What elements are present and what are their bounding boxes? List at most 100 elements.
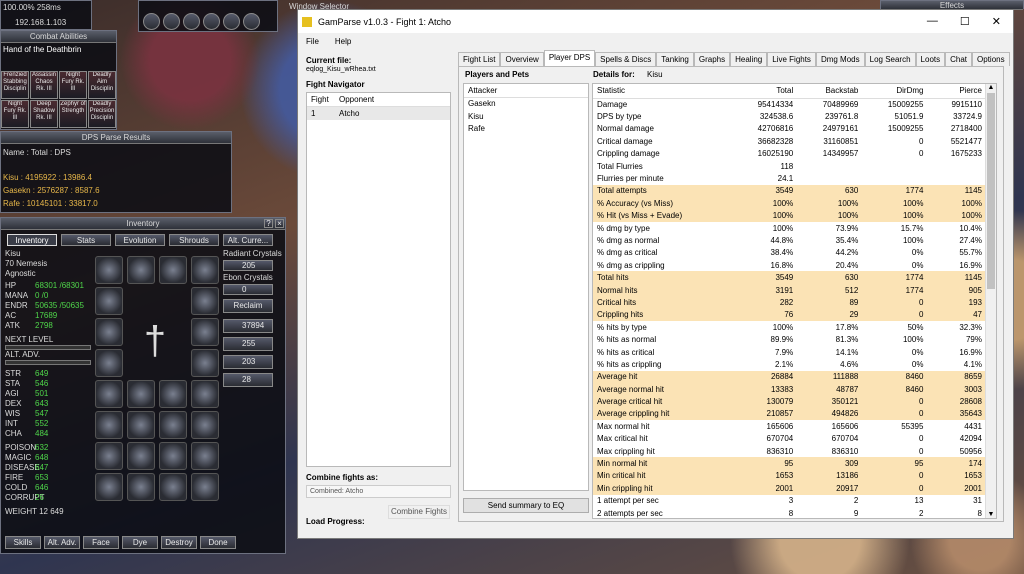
- inventory-tab-4[interactable]: Alt. Curre...: [223, 234, 273, 246]
- stat-table-row[interactable]: Average hit 26884 111888 8460 8659: [593, 370, 986, 383]
- stat-table-row[interactable]: % hits by type 100% 17.8% 50% 32.3%: [593, 321, 986, 333]
- tab-9[interactable]: Log Search: [864, 52, 916, 66]
- equipment-slot[interactable]: [95, 411, 123, 439]
- attacker-item[interactable]: Rafe: [468, 123, 588, 136]
- stat-table-row[interactable]: % dmg as normal 44.8% 35.4% 100% 27.4%: [593, 234, 986, 246]
- equipment-slot[interactable]: [191, 473, 219, 501]
- stat-table-row[interactable]: Normal damage 42706816 24979161 15009255 271…: [593, 123, 986, 135]
- tab-10[interactable]: Loots: [915, 52, 946, 66]
- col-opponent[interactable]: Opponent: [339, 95, 374, 104]
- tab-2[interactable]: Player DPS: [543, 50, 596, 66]
- inventory-button-4[interactable]: Destroy: [161, 536, 197, 549]
- equipment-slot[interactable]: [191, 256, 219, 284]
- ability-button[interactable]: Frenzied Stabbing Disciplin: [1, 71, 29, 99]
- equipment-slot[interactable]: [191, 442, 219, 470]
- ability-button[interactable]: Night Fury Rk. III: [1, 100, 29, 128]
- stat-table-row[interactable]: Damage 95414334 70489969 15009255 9915110: [593, 98, 986, 110]
- stat-table-row[interactable]: % Accuracy (vs Miss) 100% 100% 100% 100%: [593, 197, 986, 210]
- inventory-tab-3[interactable]: Shrouds: [169, 234, 219, 246]
- equipment-slot[interactable]: [127, 473, 155, 501]
- stat-table-row[interactable]: % hits as critical 7.9% 14.1% 0% 16.9%: [593, 346, 986, 358]
- combine-fights-button[interactable]: Combine Fights: [388, 505, 450, 519]
- send-summary-button[interactable]: Send summary to EQ: [463, 498, 589, 513]
- equipment-slot[interactable]: [95, 349, 123, 377]
- stat-table-row[interactable]: Total Flurries 118: [593, 160, 986, 172]
- selector-button-1[interactable]: [143, 13, 160, 30]
- stats-scrollbar[interactable]: ▲ ▼: [985, 84, 996, 518]
- equipment-slot[interactable]: [95, 442, 123, 470]
- inventory-button-2[interactable]: Face: [83, 536, 119, 549]
- stat-table-row[interactable]: Average normal hit 13383 48787 8460 3003: [593, 382, 986, 396]
- fight-row[interactable]: 1 Atcho: [307, 107, 450, 120]
- tab-11[interactable]: Chat: [945, 52, 973, 66]
- inventory-tab-2[interactable]: Evolution: [115, 234, 165, 246]
- tab-8[interactable]: Dmg Mods: [815, 52, 865, 66]
- tab-6[interactable]: Healing: [730, 52, 768, 66]
- col-statistic[interactable]: Statistic: [593, 84, 732, 98]
- stat-table-row[interactable]: Normal hits 3191 512 1774 905: [593, 283, 986, 297]
- equipment-slot[interactable]: [159, 256, 187, 284]
- ability-button[interactable]: Zephyr of Strength: [59, 100, 87, 128]
- combine-input[interactable]: Combined: Atcho: [306, 485, 451, 498]
- tab-1[interactable]: Overview: [500, 52, 544, 66]
- menu-help[interactable]: Help: [327, 37, 359, 46]
- equipment-slot[interactable]: [191, 380, 219, 408]
- stat-table-row[interactable]: Total hits 3549 630 1774 1145: [593, 271, 986, 284]
- equipment-slot[interactable]: [191, 318, 219, 346]
- stat-table-row[interactable]: Total attempts 3549 630 1774 1145: [593, 184, 986, 198]
- help-icon[interactable]: ?: [264, 219, 273, 228]
- tab-7[interactable]: Live Fights: [767, 52, 816, 66]
- stat-table-row[interactable]: Max critical hit 670704 670704 0 42094: [593, 433, 986, 445]
- stat-table-row[interactable]: Min normal hit 95 309 95 174: [593, 457, 986, 470]
- tab-3[interactable]: Spells & Discs: [595, 52, 657, 66]
- scroll-up-icon[interactable]: ▲: [986, 84, 996, 91]
- col-pierce[interactable]: Pierce: [927, 84, 986, 98]
- stat-table-row[interactable]: 1 attempt per sec 3 2 13 31: [593, 495, 986, 507]
- col-dirdmg[interactable]: DirDmg: [862, 84, 927, 98]
- reclaim-button[interactable]: Reclaim: [223, 299, 273, 313]
- stat-table-row[interactable]: Crippling hits 76 29 0 47: [593, 308, 986, 322]
- stat-table-row[interactable]: Max crippling hit 836310 836310 0 50956: [593, 445, 986, 457]
- equipment-slot[interactable]: [159, 473, 187, 501]
- selector-button-5[interactable]: [223, 13, 240, 30]
- attacker-item[interactable]: Kisu: [468, 111, 588, 124]
- equipment-slot[interactable]: [95, 287, 123, 315]
- equipment-slot[interactable]: [95, 380, 123, 408]
- col-fight[interactable]: Fight: [307, 95, 339, 104]
- stat-table-row[interactable]: % hits as crippling 2.1% 4.6% 0% 4.1%: [593, 358, 986, 370]
- maximize-icon[interactable]: ☐: [960, 15, 970, 28]
- close-window-icon[interactable]: ✕: [992, 15, 1001, 28]
- equipment-slot[interactable]: [95, 318, 123, 346]
- equipment-slot[interactable]: [159, 442, 187, 470]
- minimize-icon[interactable]: —: [927, 15, 938, 28]
- inventory-button-0[interactable]: Skills: [5, 536, 41, 549]
- inventory-button-3[interactable]: Dye: [122, 536, 158, 549]
- scroll-down-icon[interactable]: ▼: [986, 511, 996, 518]
- equipment-slot[interactable]: [127, 411, 155, 439]
- dagger-icon[interactable]: †: [135, 296, 175, 386]
- tab-0[interactable]: Fight List: [458, 52, 501, 66]
- equipment-slot[interactable]: [191, 411, 219, 439]
- stat-table-row[interactable]: % hits as normal 89.9% 81.3% 100% 79%: [593, 333, 986, 345]
- equipment-slot[interactable]: [127, 256, 155, 284]
- menu-file[interactable]: File: [298, 37, 327, 46]
- stat-table-row[interactable]: Crippling damage 16025190 14349957 0 1675233: [593, 148, 986, 160]
- stat-table-row[interactable]: DPS by type 324538.6 239761.8 51051.9 33724.…: [593, 110, 986, 122]
- equipment-slot[interactable]: [127, 442, 155, 470]
- stat-table-row[interactable]: Flurries per minute 24.1: [593, 172, 986, 184]
- stat-table-row[interactable]: Critical damage 36682328 31160851 0 5521477: [593, 135, 986, 147]
- equipment-slot[interactable]: [95, 256, 123, 284]
- stat-table-row[interactable]: % Hit (vs Miss + Evade) 100% 100% 100% 100%: [593, 209, 986, 222]
- selector-button-3[interactable]: [183, 13, 200, 30]
- col-backstab[interactable]: Backstab: [797, 84, 862, 98]
- equipment-slot[interactable]: [191, 287, 219, 315]
- attacker-header[interactable]: Attacker: [464, 84, 588, 98]
- inventory-tab-0[interactable]: Inventory: [7, 234, 57, 246]
- ability-button[interactable]: Night Fury Rk. III: [59, 71, 87, 99]
- selector-button-4[interactable]: [203, 13, 220, 30]
- inventory-button-1[interactable]: Alt. Adv.: [44, 536, 80, 549]
- col-total[interactable]: Total: [732, 84, 797, 98]
- ability-button[interactable]: Deadly Aim Disciplin: [88, 71, 116, 99]
- selector-button-6[interactable]: [243, 13, 260, 30]
- selector-button-2[interactable]: [163, 13, 180, 30]
